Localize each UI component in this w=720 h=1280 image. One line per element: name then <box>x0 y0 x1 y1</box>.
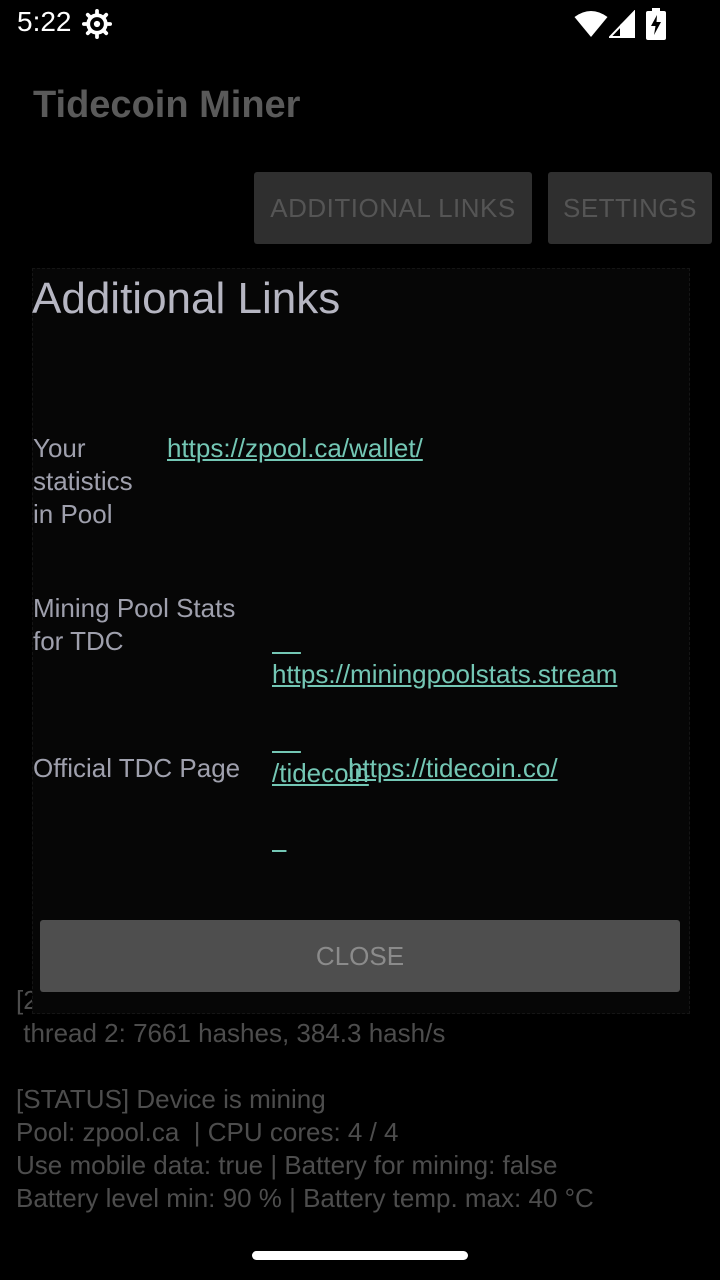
close-button[interactable]: CLOSE <box>40 920 680 992</box>
log-mobile-line: Use mobile data: true | Battery for mini… <box>16 1150 558 1180</box>
log-thread-line: thread 2: 7661 hashes, 384.3 hash/s <box>16 1018 446 1048</box>
tidecoin-official-link[interactable]: https://tidecoin.co/ <box>348 752 558 785</box>
app-title: Tidecoin Miner <box>33 84 301 126</box>
log-pool-line: Pool: zpool.ca | CPU cores: 4 / 4 <box>16 1117 399 1147</box>
pool-stats-label-line: Your <box>33 433 86 463</box>
log-status-line: [STATUS] Device is mining <box>16 1084 326 1114</box>
pool-stats-label: Your statistics in Pool <box>33 432 133 531</box>
status-time: 5:22 <box>17 6 72 37</box>
official-page-label-line: Official TDC Page <box>33 753 241 783</box>
settings-button[interactable]: SETTINGS <box>548 172 712 244</box>
miningpoolstats-link-line[interactable]: https://miningpoolstats.stream <box>272 658 617 691</box>
wifi-icon <box>574 11 608 37</box>
zpool-wallet-link[interactable]: https://zpool.ca/wallet/ <box>167 432 423 465</box>
pool-stats-label-line: in Pool <box>33 499 113 529</box>
status-bar: 5:22 <box>0 0 720 48</box>
mining-pool-stats-label-line: for TDC <box>33 626 124 656</box>
mining-pool-stats-label-line: Mining Pool Stats <box>33 593 236 623</box>
official-page-label: Official TDC Page <box>33 752 240 785</box>
additional-links-button[interactable]: ADDITIONAL LINKS <box>254 172 532 244</box>
pool-stats-label-line: statistics <box>33 466 133 496</box>
miningpoolstats-link[interactable]: https://miningpoolstats.stream /tidecoin <box>272 592 617 856</box>
screen: 5:22 Tidecoin Miner ADDITIONAL LINKS SET… <box>0 0 720 1280</box>
dialog-title: Additional Links <box>32 274 341 323</box>
navigation-handle[interactable] <box>252 1251 468 1260</box>
battery-charging-icon <box>646 8 666 40</box>
gear-icon <box>82 9 112 39</box>
mining-pool-stats-label: Mining Pool Stats for TDC <box>33 592 235 658</box>
signal-icon <box>609 10 635 38</box>
log-battery-line: Battery level min: 90 % | Battery temp. … <box>16 1183 594 1213</box>
